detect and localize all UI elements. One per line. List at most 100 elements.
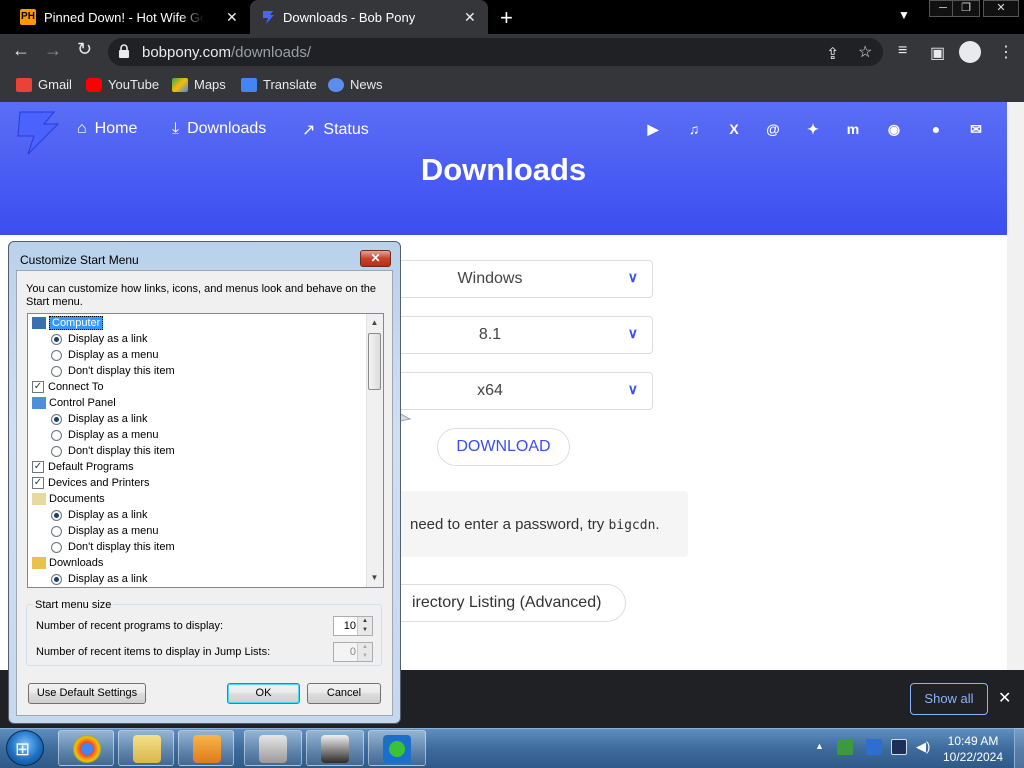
network-tray-icon[interactable] [837,739,853,755]
tab-pinned-down[interactable]: PH Pinned Down! - Hot Wife Gets Pc ✕ [0,0,248,34]
profile-avatar-icon[interactable] [959,41,981,63]
mastodon-social-icon[interactable]: m [844,121,862,137]
url-text[interactable]: bobpony.com/downloads/ [142,44,311,61]
show-all-button[interactable]: Show all [910,683,988,715]
tab-close-icon[interactable]: ✕ [464,9,476,26]
taskbar-button[interactable] [244,730,302,766]
stepper-up-icon[interactable]: ▲ [357,617,372,626]
recent-programs-stepper[interactable]: 10 ▲ ▼ [333,616,373,636]
bookmark-maps[interactable]: Maps [172,77,226,92]
volume-tray-icon[interactable]: ◀) [916,739,932,755]
tree-scrollbar-thumb[interactable] [368,333,381,390]
reload-icon[interactable]: ↻ [77,39,92,60]
new-tab-button[interactable]: + [500,5,513,31]
radio-checked-icon[interactable] [51,509,62,521]
bluetooth-tray-icon[interactable] [866,739,882,755]
stepper-up-icon[interactable]: ▲ [357,643,372,652]
bookmark-translate[interactable]: Translate [241,77,317,92]
cancel-button[interactable]: Cancel [307,683,381,704]
tree-radio-option[interactable]: Display as a link [51,411,147,427]
tree-checkbox-option[interactable]: ✓ Connect To [32,379,103,395]
tree-radio-option[interactable]: Display as a menu [51,427,159,443]
bobpony-logo-icon[interactable] [14,108,62,156]
scroll-up-arrow-icon[interactable]: ▲ [367,315,382,331]
start-button[interactable]: ⊞ [6,730,44,766]
taskbar-button[interactable] [118,730,174,766]
bookmark-star-icon[interactable]: ☆ [858,42,872,62]
checkbox-checked-icon[interactable]: ✓ [32,381,44,393]
download-button[interactable]: DOWNLOAD [437,428,570,466]
version-select[interactable]: 8.1 ∨ [395,316,653,354]
radio-checked-icon[interactable] [51,413,62,425]
taskbar-button[interactable] [178,730,234,766]
radio-unchecked-icon[interactable] [51,429,62,441]
radio-unchecked-icon[interactable] [51,365,62,377]
use-default-settings-button[interactable]: Use Default Settings [28,683,146,704]
jump-list-stepper[interactable]: 0 ▲ ▼ [333,642,373,662]
tree-node[interactable]: Documents [32,491,105,507]
tab-close-icon[interactable]: ✕ [226,9,238,26]
email-social-icon[interactable]: ✉ [967,121,985,137]
taskbar-button[interactable] [368,730,426,766]
dialog-close-button[interactable]: ✕ [360,250,391,267]
tree-radio-option[interactable]: Don't display this item [51,539,175,555]
discord-social-icon[interactable]: ◉ [885,121,903,137]
directory-listing-label[interactable]: irectory Listing (Advanced) [412,594,601,612]
tree-radio-option[interactable]: Display as a menu [51,523,159,539]
lock-icon[interactable] [118,44,130,58]
tree-checkbox-option[interactable]: ✓ Default Programs [32,459,134,475]
tree-radio-option[interactable]: Display as a menu [51,347,159,363]
tree-checkbox-option[interactable]: ✓ Devices and Printers [32,475,150,491]
nav-home-link[interactable]: ⌂ Home [77,120,137,138]
checkbox-checked-icon[interactable]: ✓ [32,461,44,473]
tree-radio-option[interactable]: Don't display this item [51,443,175,459]
reading-list-icon[interactable]: ≡ [898,42,907,60]
twitter-social-icon[interactable]: ♫ [685,121,703,137]
checkbox-checked-icon[interactable]: ✓ [32,477,44,489]
radio-unchecked-icon[interactable] [51,525,62,537]
tree-node[interactable]: Control Panel [32,395,116,411]
restore-button[interactable]: ❐ [952,0,980,17]
show-hidden-icons-icon[interactable]: ▲ [815,741,824,751]
stepper-down-icon[interactable]: ▼ [357,652,372,661]
taskbar-button[interactable] [58,730,114,766]
bluesky-social-icon[interactable]: ✦ [804,121,822,137]
os-select[interactable]: Windows ∨ [395,260,653,298]
bookmark-gmail[interactable]: Gmail [16,77,72,92]
tree-radio-option[interactable]: Don't display this item [51,363,175,379]
bookmark-news[interactable]: News [328,77,383,92]
side-panel-icon[interactable]: ▣ [930,43,945,63]
download-shelf-close-icon[interactable]: ✕ [998,688,1011,708]
bookmark-youtube[interactable]: YouTube [86,77,159,92]
radio-unchecked-icon[interactable] [51,445,62,457]
show-desktop-button[interactable] [1014,728,1024,768]
back-arrow-icon[interactable]: ← [12,40,30,61]
nav-status-link[interactable]: ↗ Status [302,120,369,140]
scroll-down-arrow-icon[interactable]: ▼ [367,570,382,586]
stepper-down-icon[interactable]: ▼ [357,626,372,635]
youtube-social-icon[interactable]: ▶ [644,121,662,137]
tree-radio-option[interactable]: Display as a link [51,507,147,523]
system-clock[interactable]: 10:49 AM 10/22/2024 [936,733,1010,765]
tab-downloads-bob-pony[interactable]: Downloads - Bob Pony ✕ [250,0,488,34]
tree-node[interactable]: Computer [32,315,104,331]
window-close-button[interactable]: ✕ [983,0,1019,17]
menu-dots-icon[interactable]: ⋮ [998,42,1014,62]
threads-social-icon[interactable]: @ [764,121,782,137]
ok-button[interactable]: OK [227,683,300,704]
nav-downloads-link[interactable]: ⤓ Downloads [172,120,266,138]
tab-search-chevron-icon[interactable]: ▼ [898,8,910,22]
arch-select[interactable]: x64 ∨ [395,372,653,410]
share-icon[interactable]: ⇪ [826,44,839,64]
radio-checked-icon[interactable] [51,573,62,585]
x-social-icon[interactable]: X [725,121,743,137]
tree-radio-option[interactable]: Display as a link [51,571,147,587]
github-social-icon[interactable]: ● [927,121,945,137]
radio-checked-icon[interactable] [51,333,62,345]
radio-unchecked-icon[interactable] [51,541,62,553]
display-tray-icon[interactable] [891,739,907,755]
radio-unchecked-icon[interactable] [51,349,62,361]
tree-radio-option[interactable]: Display as a link [51,331,147,347]
tree-node[interactable]: Downloads [32,555,103,571]
taskbar-button[interactable] [306,730,364,766]
